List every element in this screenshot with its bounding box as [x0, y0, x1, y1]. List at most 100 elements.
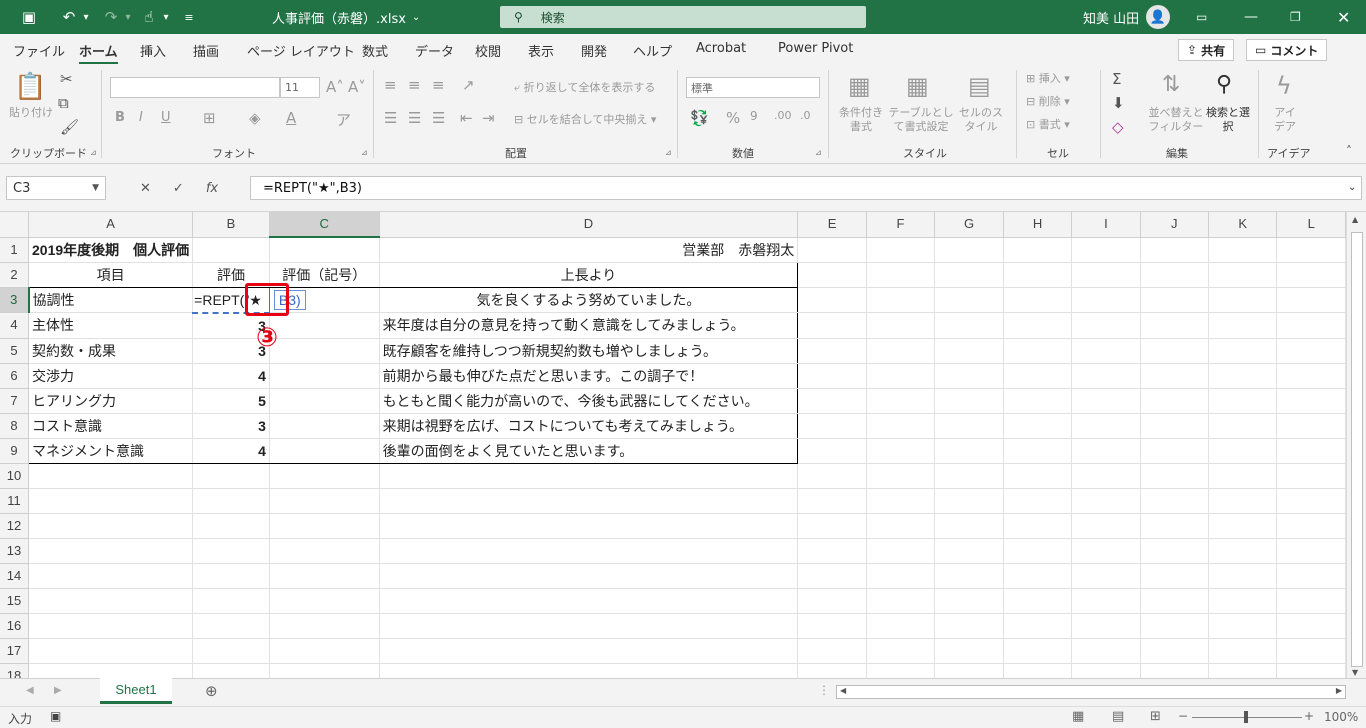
format-cells-button[interactable]: ⊡ 書式 ▾: [1026, 118, 1070, 132]
zoom-slider-handle[interactable]: [1244, 711, 1248, 723]
cell[interactable]: [797, 338, 867, 364]
cell[interactable]: [866, 563, 936, 589]
tab-page-layout[interactable]: ページ レイアウト: [247, 41, 355, 60]
tab-data[interactable]: データ: [415, 41, 454, 60]
cell[interactable]: [379, 663, 799, 678]
cell[interactable]: [1071, 338, 1141, 364]
user-name[interactable]: 知美 山田: [1083, 0, 1139, 34]
row-header[interactable]: 18: [0, 663, 29, 678]
cell-c2[interactable]: 評価（記号）: [269, 261, 380, 288]
cell[interactable]: [269, 613, 380, 639]
cell[interactable]: [797, 588, 867, 614]
cell[interactable]: [1140, 262, 1209, 288]
cell[interactable]: [1140, 638, 1209, 664]
copy-icon[interactable]: ⧉: [58, 94, 69, 112]
ideas-icon[interactable]: ϟ: [1276, 72, 1292, 100]
row-header[interactable]: 8: [0, 413, 29, 439]
cell[interactable]: [797, 237, 867, 263]
cell[interactable]: [1003, 513, 1073, 539]
cell[interactable]: [797, 538, 867, 564]
cell-d2[interactable]: 上長より: [379, 261, 799, 288]
row-header[interactable]: 7: [0, 388, 29, 414]
fill-icon[interactable]: ⬇: [1112, 94, 1125, 112]
scroll-down-icon[interactable]: ▼: [1352, 668, 1358, 677]
cell[interactable]: [1208, 513, 1278, 539]
cell[interactable]: [866, 663, 936, 678]
cell[interactable]: [1140, 663, 1209, 678]
cell[interactable]: [866, 488, 936, 514]
cell[interactable]: [192, 563, 270, 589]
col-header-a[interactable]: A: [28, 212, 194, 238]
cell[interactable]: [1071, 287, 1141, 313]
align-center-icon[interactable]: ☰: [408, 109, 421, 127]
zoom-level[interactable]: 100%: [1324, 710, 1358, 724]
cell[interactable]: [866, 538, 936, 564]
cell-styles-label[interactable]: セルのスタイル: [954, 106, 1008, 134]
cell-b1[interactable]: [192, 237, 270, 263]
zoom-out-icon[interactable]: −: [1178, 709, 1188, 723]
cell[interactable]: [1003, 588, 1073, 614]
cell[interactable]: [379, 463, 799, 489]
accessibility-icon[interactable]: ▣: [50, 709, 61, 723]
cell[interactable]: [28, 488, 194, 514]
cell[interactable]: [934, 287, 1004, 313]
cell[interactable]: [866, 638, 936, 664]
tab-file[interactable]: ファイル: [13, 41, 65, 60]
col-header-l[interactable]: L: [1276, 212, 1346, 238]
cell[interactable]: [1140, 538, 1209, 564]
cell[interactable]: [28, 588, 194, 614]
cell[interactable]: [1276, 638, 1346, 664]
collapse-ribbon-icon[interactable]: ˄: [1346, 144, 1352, 158]
cell[interactable]: [1071, 513, 1141, 539]
col-header-j[interactable]: J: [1140, 212, 1209, 238]
cell[interactable]: [1071, 588, 1141, 614]
tab-developer[interactable]: 開発: [581, 41, 607, 60]
font-color-icon[interactable]: A: [286, 109, 296, 127]
avatar[interactable]: 👤: [1146, 5, 1170, 29]
cell[interactable]: [28, 563, 194, 589]
cell[interactable]: [797, 312, 867, 339]
cell[interactable]: [269, 538, 380, 564]
cell[interactable]: [1276, 363, 1346, 389]
cell[interactable]: [269, 563, 380, 589]
find-select-icon[interactable]: ⚲: [1216, 72, 1232, 97]
cell[interactable]: [934, 363, 1004, 389]
cell[interactable]: [192, 613, 270, 639]
cell-c3-active[interactable]: B3): [269, 287, 380, 313]
tab-help[interactable]: ヘルプ: [633, 41, 672, 60]
cancel-icon[interactable]: ✕: [140, 181, 151, 196]
cell[interactable]: [1208, 237, 1278, 263]
add-sheet-icon[interactable]: ⊕: [205, 682, 218, 700]
cell[interactable]: [797, 488, 867, 514]
cell[interactable]: [866, 363, 936, 389]
cell-a7[interactable]: ヒアリング力: [27, 388, 194, 414]
col-header-g[interactable]: G: [934, 212, 1004, 238]
cell[interactable]: [866, 237, 936, 263]
row-header[interactable]: 12: [0, 513, 29, 539]
insert-cells-button[interactable]: ⊞ 挿入 ▾: [1026, 72, 1070, 86]
cell[interactable]: [797, 663, 867, 678]
customize-qat-icon[interactable]: ≡: [178, 11, 200, 24]
cell[interactable]: [1140, 463, 1209, 489]
tab-acrobat[interactable]: Acrobat: [696, 41, 746, 56]
phonetic-icon[interactable]: ア: [336, 109, 351, 130]
cell[interactable]: [797, 287, 867, 313]
cell[interactable]: [1140, 363, 1209, 389]
tab-insert[interactable]: 挿入: [140, 41, 166, 60]
cell-b9[interactable]: 4: [192, 438, 270, 464]
cell[interactable]: [1208, 588, 1278, 614]
col-header-e[interactable]: E: [797, 212, 867, 238]
wrap-text-button[interactable]: ⤶ 折り返して全体を表示する: [514, 81, 655, 95]
zoom-in-icon[interactable]: +: [1304, 709, 1314, 723]
tab-split-handle-icon[interactable]: ⋮: [818, 683, 830, 697]
search-box[interactable]: ⚲ 検索: [500, 6, 866, 28]
ribbon-display-options-icon[interactable]: ▭: [1196, 0, 1207, 34]
sort-filter-label[interactable]: 並べ替えとフィルター: [1148, 106, 1204, 134]
paste-label[interactable]: 貼り付け: [8, 106, 54, 120]
cell[interactable]: [1208, 538, 1278, 564]
cell[interactable]: [1140, 488, 1209, 514]
currency-icon[interactable]: 💱: [690, 109, 709, 127]
font-size-combo[interactable]: 11: [280, 77, 320, 98]
bold-icon[interactable]: B: [115, 110, 125, 125]
cell[interactable]: [1208, 262, 1278, 288]
